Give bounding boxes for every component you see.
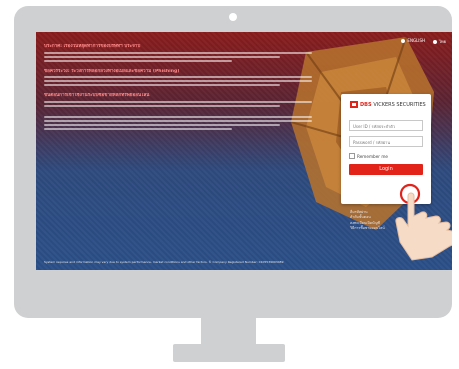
text-line — [44, 55, 280, 58]
text-line — [44, 84, 280, 86]
section-title[interactable]: ขั้นตอนการเข้าใช้งานระบบซื้อขายหลักทรัพย… — [44, 93, 312, 99]
online-trading-link[interactable]: วิธีการซื้อขายออนไลน์ — [350, 226, 385, 231]
text-line — [44, 100, 312, 103]
hand-pointer-icon — [395, 183, 452, 261]
footer-text: System requires and information may vary… — [44, 260, 284, 264]
remember-me-checkbox[interactable]: Remember me — [349, 153, 388, 159]
language-link-english[interactable]: ENGLISH — [401, 38, 425, 45]
text-line — [44, 127, 232, 130]
section-title[interactable]: ข้อควรระวัง: ระวังการหลอกลวงทางอีเมลและข… — [44, 69, 312, 75]
login-help-links: ลืมรหัสผ่าน ลำดับขั้นตอน ลงทะเบียนเปิดบั… — [350, 210, 385, 232]
text-line — [44, 76, 312, 78]
password-input[interactable]: Password / รหัสผ่าน — [349, 136, 423, 147]
language-link-thai[interactable]: ไทย — [433, 38, 446, 45]
brand-name: DBS VICKERS SECURITIES — [360, 101, 426, 108]
remember-me-label: Remember me — [357, 153, 388, 159]
website-screen: ENGLISH ไทย ประกาศ: เรื่องวันหยุดทำการขอ… — [36, 32, 452, 270]
text-line — [44, 104, 280, 107]
login-button[interactable]: Login — [349, 164, 423, 175]
announcement-block: ประกาศ: เรื่องวันหยุดทำการของบริษัทฯ ประ… — [44, 44, 312, 132]
camera-icon — [229, 13, 237, 21]
monitor-frame: ENGLISH ไทย ประกาศ: เรื่องวันหยุดทำการขอ… — [14, 6, 452, 318]
text-line — [44, 123, 280, 126]
user-id-input[interactable]: User ID / รหัสประจำตัว — [349, 120, 423, 131]
checkbox-box[interactable] — [349, 153, 355, 159]
text-line — [44, 59, 232, 62]
brand-logo: DBS VICKERS SECURITIES — [350, 101, 426, 108]
text-line — [44, 51, 312, 54]
section-title[interactable]: ประกาศ: เรื่องวันหยุดทำการของบริษัทฯ ประ… — [44, 44, 312, 50]
text-line — [44, 80, 312, 82]
text-line — [44, 115, 312, 118]
monitor-stand-neck — [201, 318, 256, 346]
monitor-stand-base — [173, 344, 285, 362]
top-nav: ENGLISH ไทย — [401, 38, 446, 45]
text-line — [44, 119, 312, 122]
dbs-logo-icon — [350, 101, 358, 108]
